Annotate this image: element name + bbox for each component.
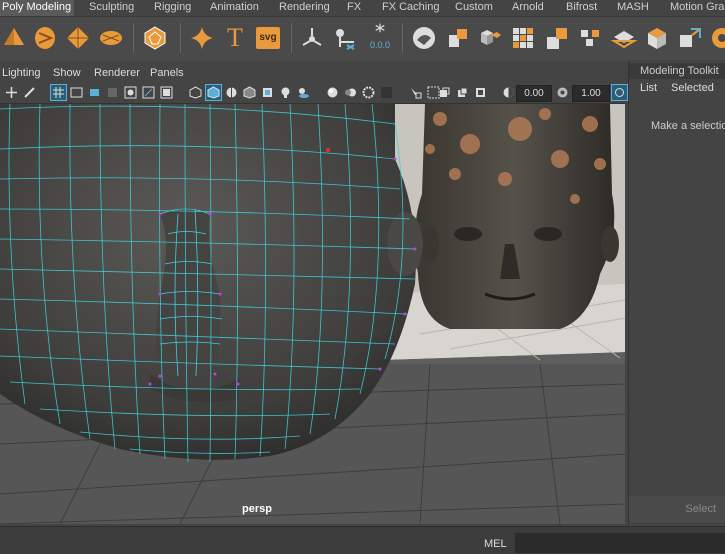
- selection-hint: Make a selection: [651, 120, 725, 132]
- exposure-field[interactable]: 0.00: [516, 85, 552, 102]
- wireframe-icon[interactable]: [188, 85, 203, 100]
- menu-lighting[interactable]: Lighting: [2, 67, 41, 79]
- shelf-tab-animation[interactable]: Animation: [210, 0, 259, 16]
- fill-hole-icon[interactable]: [708, 23, 725, 53]
- shelf-separator: [180, 23, 181, 53]
- extrude-icon[interactable]: [643, 23, 671, 53]
- shelf-tab-custom[interactable]: Custom: [455, 0, 493, 16]
- combine-icon[interactable]: [444, 23, 472, 53]
- super-shape-icon[interactable]: [188, 23, 216, 53]
- shelf-icon-bar: T svg 0.0.0: [0, 16, 725, 61]
- smooth-mesh-icon[interactable]: [410, 23, 438, 53]
- poly-disc-icon[interactable]: [97, 23, 125, 53]
- shelf-tab-mash[interactable]: MASH: [617, 0, 649, 16]
- shelf-tab-fx-caching[interactable]: FX Caching: [382, 0, 439, 16]
- light-bulb-icon[interactable]: [278, 85, 293, 100]
- gate-mask-icon[interactable]: [105, 85, 120, 100]
- snowflake-numbers-icon[interactable]: 0.0.0: [366, 23, 394, 53]
- menu-selected[interactable]: Selected: [671, 82, 714, 94]
- shelf-tab-poly-modeling[interactable]: Poly Modeling: [0, 0, 74, 16]
- exposure-icon[interactable]: [501, 85, 516, 100]
- modeling-toolkit-title[interactable]: Modeling Toolkit: [629, 63, 725, 79]
- xray-active-components-icon[interactable]: [437, 85, 452, 100]
- viewport-persp[interactable]: persp: [0, 104, 625, 524]
- menu-renderer[interactable]: Renderer: [94, 67, 140, 79]
- backface-culling-icon[interactable]: [473, 85, 488, 100]
- gamma-icon[interactable]: [555, 85, 570, 100]
- command-line-input[interactable]: [515, 533, 725, 553]
- isolate-select-icon[interactable]: [408, 85, 423, 100]
- shelf-tab-motion-graphics[interactable]: Motion Grap: [670, 0, 725, 16]
- field-chart-icon[interactable]: [123, 85, 138, 100]
- panel-menu-bar: Lighting Show Renderer Panels: [0, 64, 625, 83]
- shelf-tab-sculpting[interactable]: Sculpting: [89, 0, 134, 16]
- shelf-tabs: Poly Modeling Sculpting Rigging Animatio…: [0, 0, 725, 16]
- poly-diamond-icon[interactable]: [64, 23, 92, 53]
- wireframe-on-shaded-icon[interactable]: [224, 85, 239, 100]
- shelf-tab-arnold[interactable]: Arnold: [512, 0, 544, 16]
- panel-toolbar: 0.00 1.00: [0, 83, 628, 104]
- type-tool-icon[interactable]: T: [221, 23, 249, 53]
- smooth-grid-icon[interactable]: [509, 23, 537, 53]
- depth-of-field-icon[interactable]: [379, 85, 394, 100]
- color-management-icon[interactable]: [611, 84, 628, 101]
- viewport-scene: [0, 104, 625, 524]
- sweep-mesh-icon[interactable]: [298, 23, 326, 53]
- extract-icon[interactable]: [543, 23, 571, 53]
- camera-label: persp: [242, 503, 272, 515]
- shelf-tab-rigging[interactable]: Rigging: [154, 0, 191, 16]
- bevel-icon[interactable]: [676, 23, 704, 53]
- motion-blur-icon[interactable]: [343, 85, 358, 100]
- platonic-solid-icon[interactable]: [141, 23, 169, 53]
- snowflake-numbers-label: 0.0.0: [369, 40, 391, 50]
- menu-panels[interactable]: Panels: [150, 67, 184, 79]
- smooth-shade-icon[interactable]: [205, 84, 222, 101]
- brush-icon[interactable]: [22, 85, 37, 100]
- shadows-icon[interactable]: [296, 85, 311, 100]
- command-bar: MEL: [0, 526, 725, 554]
- xray-joints-icon[interactable]: [455, 85, 470, 100]
- menu-show[interactable]: Show: [53, 67, 81, 79]
- film-gate-icon[interactable]: [69, 85, 84, 100]
- resolution-gate-icon[interactable]: [87, 85, 102, 100]
- select-button[interactable]: Select: [629, 496, 725, 522]
- safe-title-icon[interactable]: [159, 85, 174, 100]
- multi-cut-icon[interactable]: [331, 23, 359, 53]
- type-tool-glyph: T: [227, 23, 243, 52]
- poly-helix-icon[interactable]: [31, 23, 59, 53]
- grid-toggle-icon[interactable]: [50, 84, 67, 101]
- svg-tool-icon[interactable]: svg: [254, 23, 282, 53]
- anti-aliasing-icon[interactable]: [361, 85, 376, 100]
- shelf-separator: [402, 23, 403, 53]
- shelf-tab-bifrost[interactable]: Bifrost: [566, 0, 597, 16]
- shelf-separator: [133, 23, 134, 53]
- poly-cone-icon[interactable]: [0, 23, 28, 53]
- menu-list[interactable]: List: [640, 82, 657, 94]
- select-camera-icon[interactable]: [4, 85, 19, 100]
- use-all-lights-icon[interactable]: [260, 85, 275, 100]
- shelf-tab-fx[interactable]: FX: [347, 0, 361, 16]
- bridge-icon[interactable]: [610, 23, 638, 53]
- mel-label[interactable]: MEL: [484, 538, 507, 550]
- textured-icon[interactable]: [242, 85, 257, 100]
- safe-action-icon[interactable]: [141, 85, 156, 100]
- ambient-occlusion-icon[interactable]: [325, 85, 340, 100]
- gamma-field[interactable]: 1.00: [572, 85, 610, 102]
- separate-icon[interactable]: [476, 23, 504, 53]
- mirror-icon[interactable]: [577, 23, 605, 53]
- svg-tool-label: svg: [256, 27, 280, 49]
- modeling-toolkit-panel: Modeling Toolkit List Selected Make a se…: [628, 60, 725, 525]
- shelf-tab-rendering[interactable]: Rendering: [279, 0, 330, 16]
- shelf-separator: [291, 23, 292, 53]
